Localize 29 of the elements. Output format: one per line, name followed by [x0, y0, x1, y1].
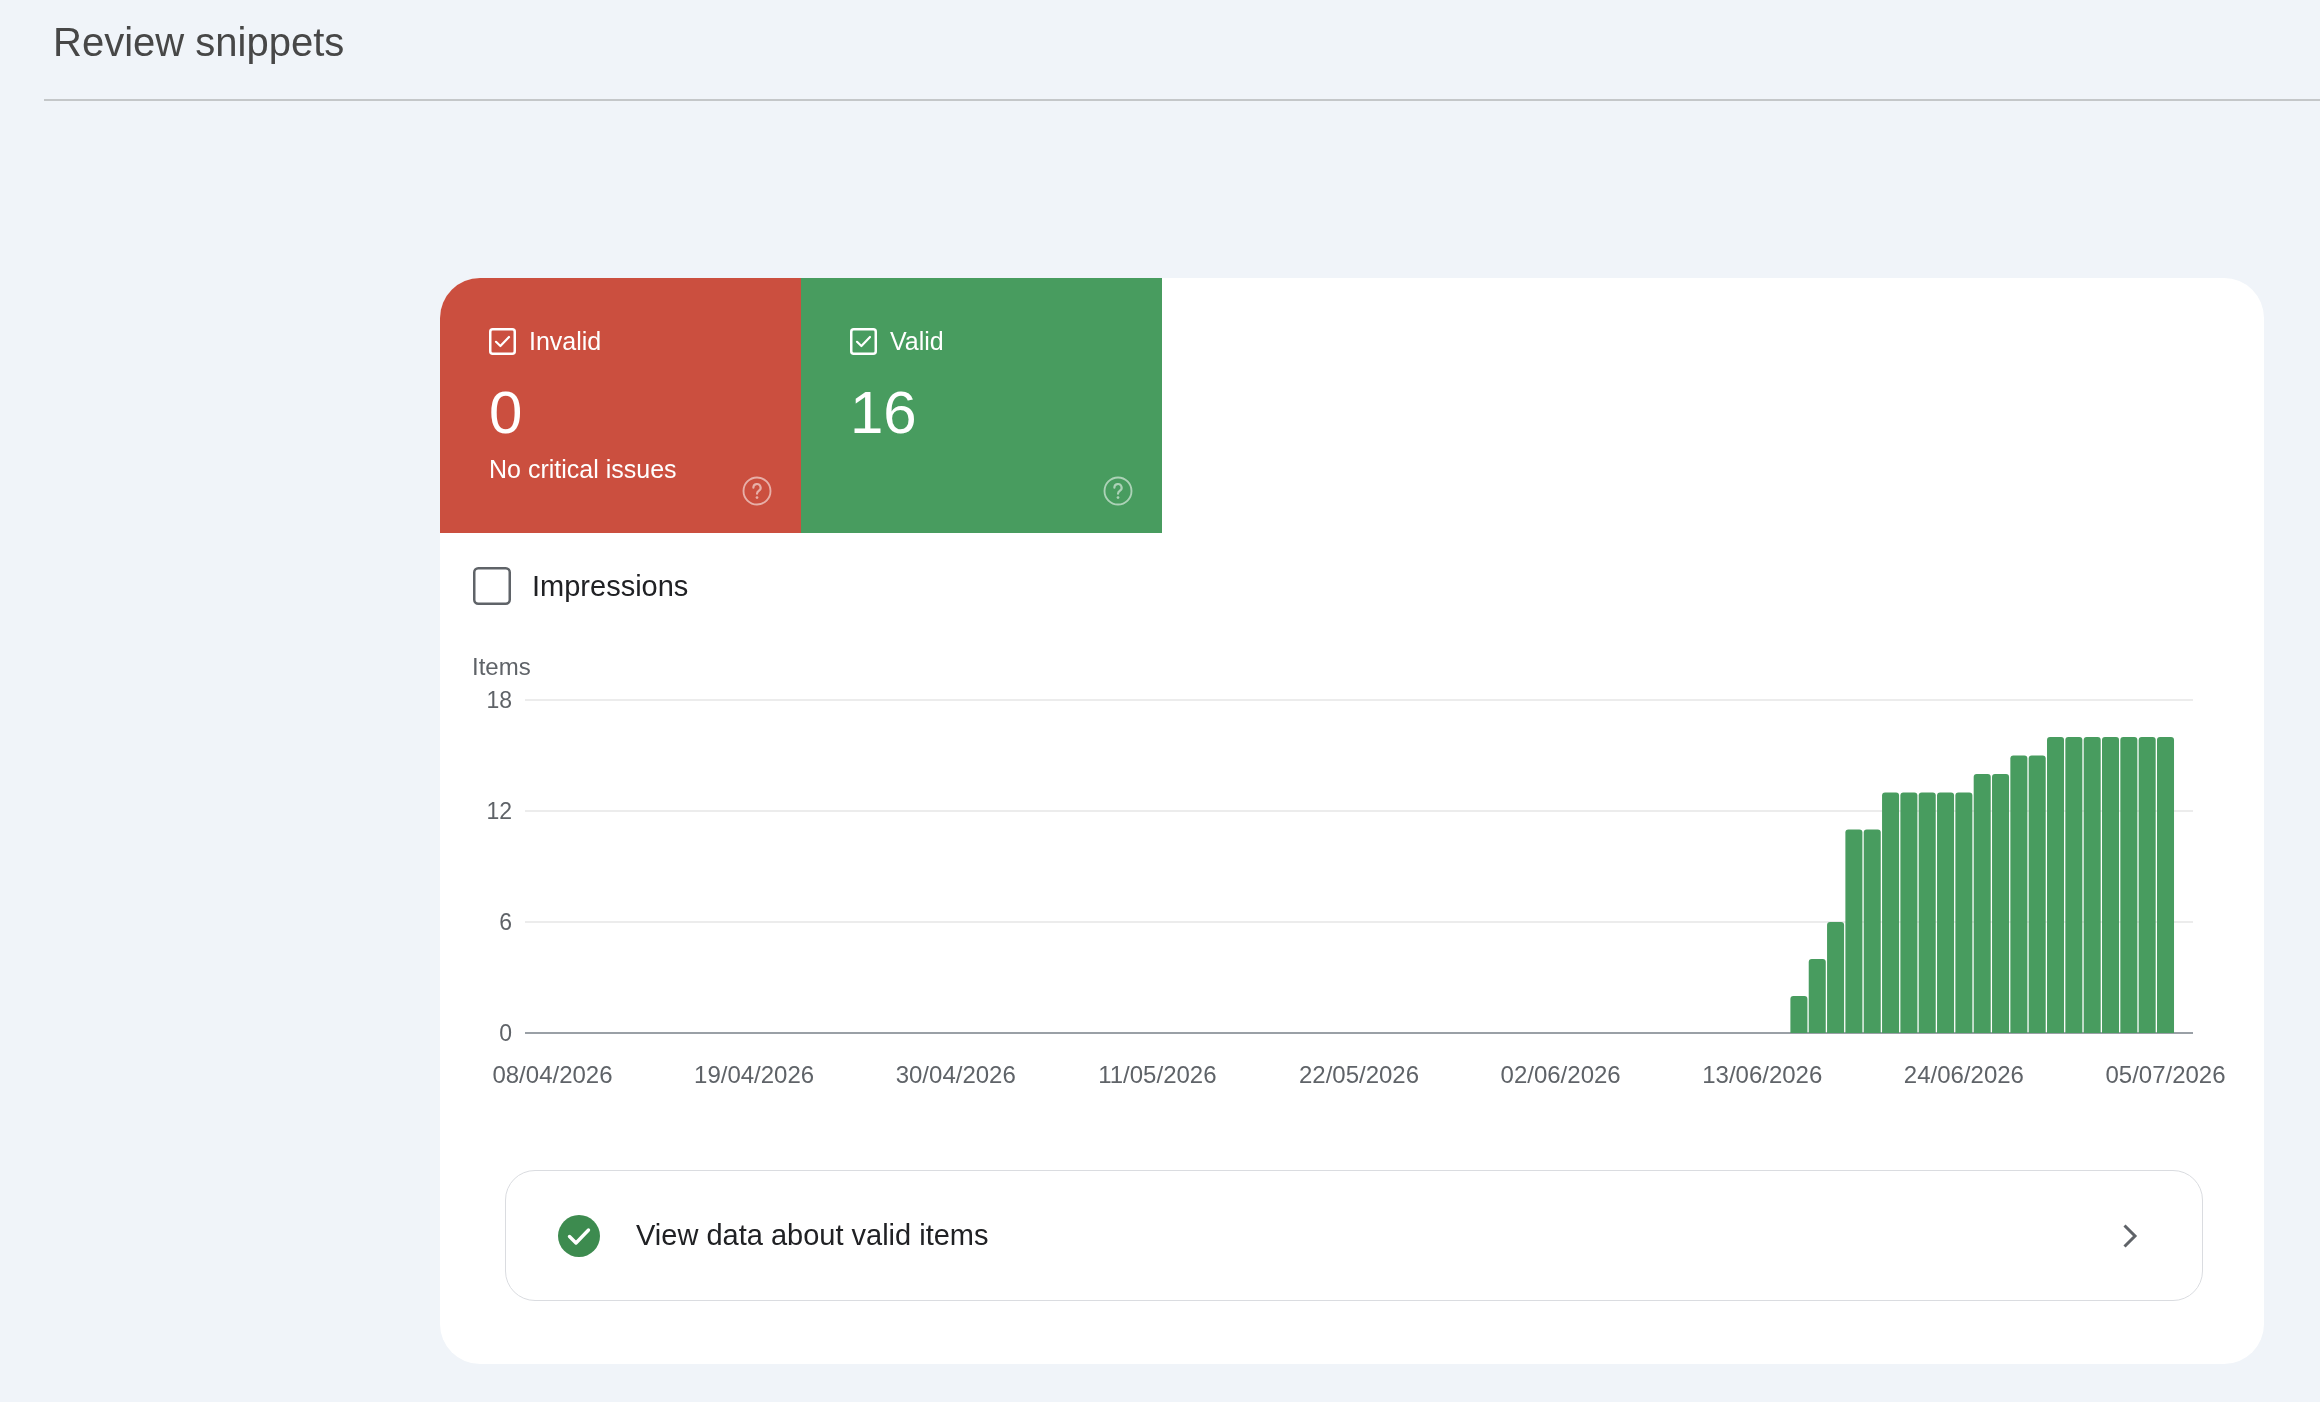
details-link[interactable]: View data about valid items	[505, 1170, 2203, 1301]
checkbox[interactable]	[473, 567, 511, 605]
x-tick-label: 05/07/2026	[2105, 1061, 2226, 1088]
tile-label: Valid	[890, 328, 944, 355]
status-tile[interactable]: Valid 16	[801, 278, 1162, 533]
x-tick-label: 08/04/2026	[492, 1061, 613, 1088]
help-icon[interactable]	[742, 476, 772, 506]
page-title: Review snippets	[53, 19, 345, 66]
tile-caption: No critical issues	[489, 454, 677, 484]
check-circle-icon	[558, 1214, 600, 1257]
axis-title: Items	[472, 653, 531, 680]
y-tick-label: 12	[486, 798, 512, 824]
tile-count: 16	[850, 383, 917, 443]
y-tick-label: 18	[486, 687, 512, 713]
x-tick-label: 30/04/2026	[895, 1061, 1016, 1088]
help-icon[interactable]	[1103, 476, 1133, 506]
x-tick-label: 13/06/2026	[1702, 1061, 1823, 1088]
x-tick-label: 02/06/2026	[1500, 1061, 1621, 1088]
tile-label: Invalid	[529, 328, 602, 355]
chevron-right-icon	[2122, 1222, 2138, 1249]
status-tile[interactable]: Invalid 0 No critical issues	[440, 278, 801, 533]
x-tick-label: 22/05/2026	[1298, 1061, 1420, 1088]
x-tick-label: 11/05/2026	[1098, 1061, 1217, 1088]
checkbox-label: Impressions	[532, 569, 689, 604]
x-tick-label: 19/04/2026	[694, 1061, 815, 1088]
tile-count: 0	[489, 383, 523, 443]
x-tick-label: 24/06/2026	[1903, 1061, 2024, 1088]
y-tick-label: 6	[499, 909, 512, 935]
y-tick-label: 0	[499, 1020, 512, 1046]
